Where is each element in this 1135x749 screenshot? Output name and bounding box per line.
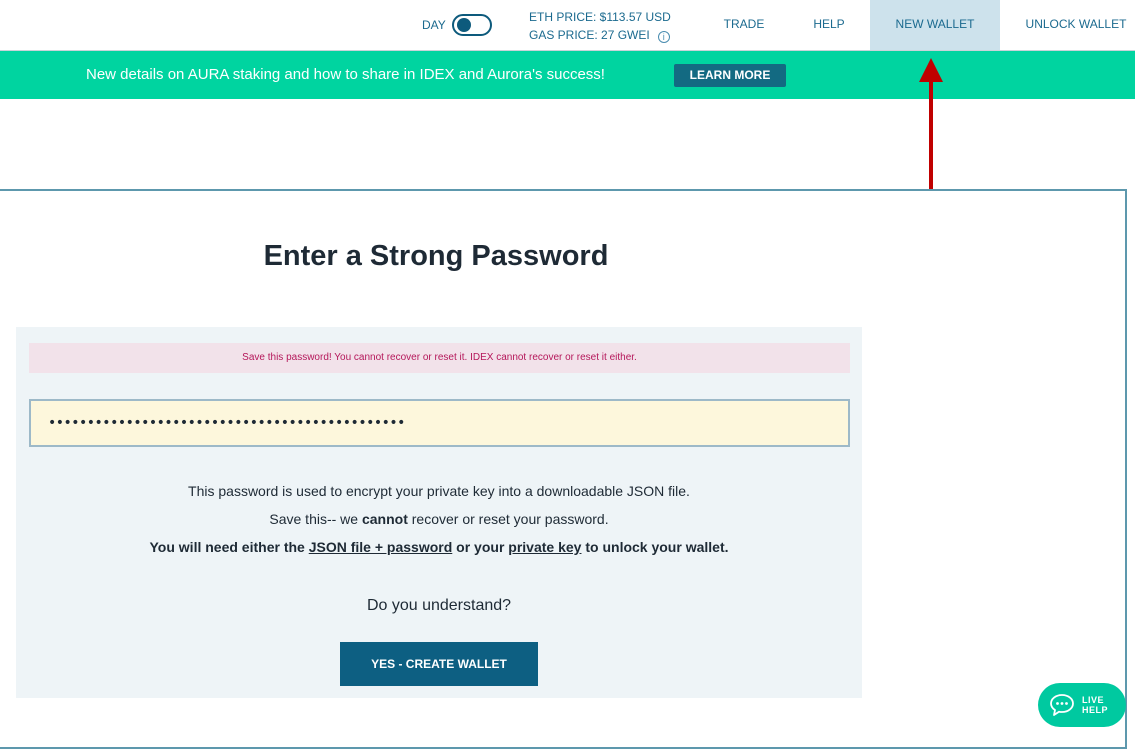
banner-text: New details on AURA staking and how to s… xyxy=(86,66,605,83)
create-wallet-button[interactable]: YES - CREATE WALLET xyxy=(340,642,538,686)
info-line-2: Save this-- we cannot recover or reset y… xyxy=(16,511,862,527)
nav-trade-link[interactable]: TRADE xyxy=(700,0,788,50)
learn-more-button[interactable]: LEARN MORE xyxy=(674,64,786,87)
top-nav: DAY ETH PRICE: $113.57 USD GAS PRICE: 27… xyxy=(0,0,1135,51)
private-key-link[interactable]: private key xyxy=(508,539,581,555)
nav-help-link[interactable]: HELP xyxy=(795,0,863,50)
nav-new-wallet-link[interactable]: NEW WALLET xyxy=(870,0,1000,50)
page-title: Enter a Strong Password xyxy=(263,240,609,272)
info-line-2-pre: Save this-- we xyxy=(269,511,362,527)
live-help-line-2: HELP xyxy=(1082,705,1109,715)
annotation-arrow xyxy=(919,58,943,204)
live-help-button[interactable]: LIVE HELP xyxy=(1038,683,1126,727)
live-help-line-1: LIVE xyxy=(1082,695,1105,705)
info-line-1: This password is used to encrypt your pr… xyxy=(188,483,690,499)
eth-price: ETH PRICE: $113.57 USD xyxy=(529,10,671,24)
gas-price-row: GAS PRICE: 27 GWEI i xyxy=(529,26,671,44)
json-file-link[interactable]: JSON file + password xyxy=(309,539,453,555)
announcement-banner: New details on AURA staking and how to s… xyxy=(0,51,1135,99)
chat-bubble-icon xyxy=(1050,694,1074,716)
info-line-3-pre: You will need either the xyxy=(149,539,309,555)
nav-unlock-wallet-link[interactable]: UNLOCK WALLET xyxy=(1012,0,1135,50)
info-icon[interactable]: i xyxy=(657,31,670,43)
toggle-knob xyxy=(457,18,471,32)
day-mode-label: DAY xyxy=(422,18,446,32)
live-help-label: LIVE HELP xyxy=(1082,695,1108,715)
warning-message: Save this password! You cannot recover o… xyxy=(29,343,850,373)
price-info: ETH PRICE: $113.57 USD GAS PRICE: 27 GWE… xyxy=(529,8,671,44)
confirm-question: Do you understand? xyxy=(366,597,512,614)
password-field[interactable] xyxy=(29,399,850,447)
gas-price: GAS PRICE: 27 GWEI xyxy=(529,28,650,42)
info-line-2-bold: cannot xyxy=(361,511,408,527)
info-line-3-post: to unlock your wallet. xyxy=(581,539,729,555)
info-line-3-mid: or your xyxy=(452,539,509,555)
info-line-2-post: recover or reset your password. xyxy=(407,511,609,527)
day-night-toggle[interactable] xyxy=(452,14,492,36)
info-line-3: You will need either the JSON file + pas… xyxy=(16,539,862,555)
